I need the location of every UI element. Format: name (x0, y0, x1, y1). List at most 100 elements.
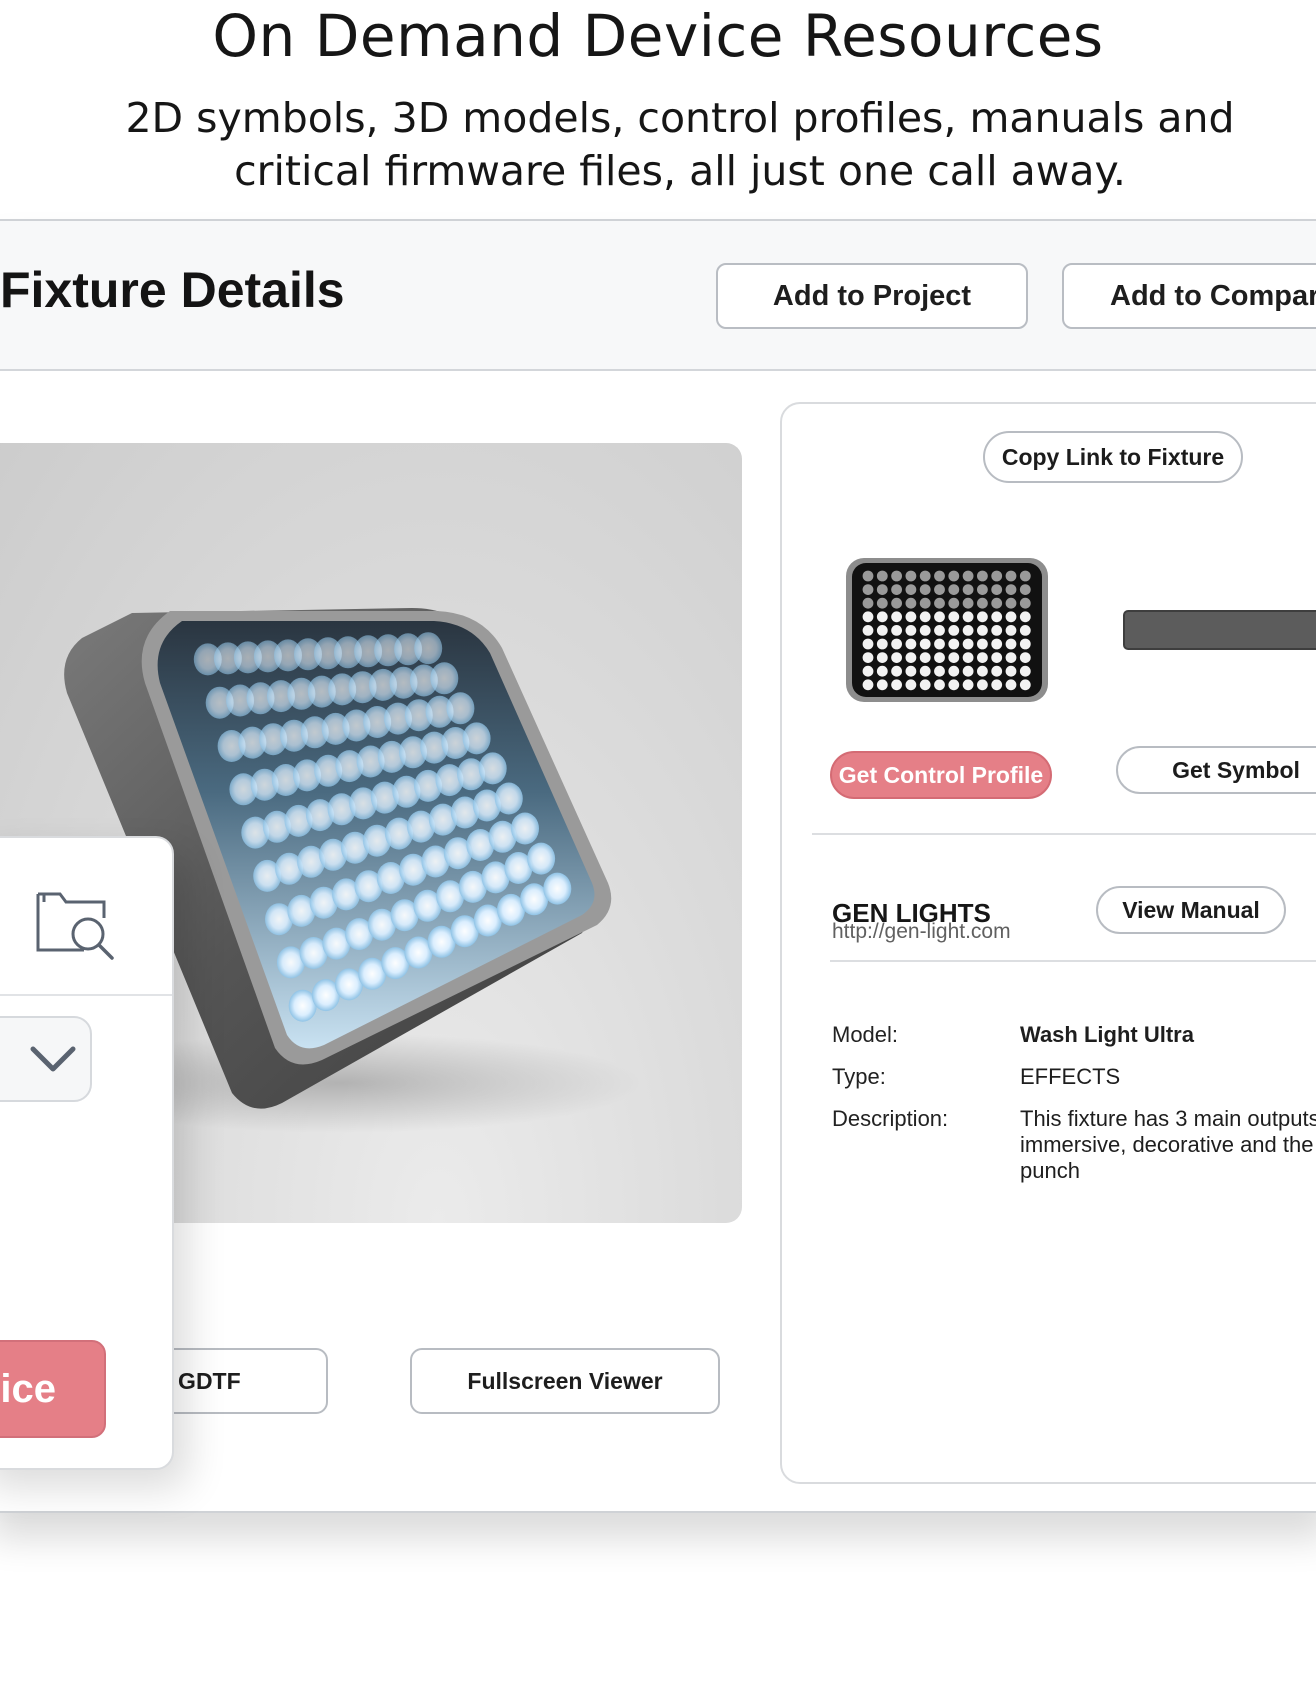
thumbnail-led-dot (1019, 638, 1031, 650)
thumbnail-led-dot (948, 679, 960, 691)
fullscreen-viewer-button[interactable]: Fullscreen Viewer (410, 1348, 720, 1414)
thumbnail-led-dot (1019, 611, 1031, 623)
thumbnail-led-dot (1019, 652, 1031, 663)
thumbnail-led-dot (977, 679, 988, 691)
thumbnail-led-dot (1005, 652, 1017, 663)
thumbnail-led-dot (977, 584, 988, 595)
thumbnail-led-dot (1019, 679, 1031, 691)
app-window: Fixture Details Add to Project Add to Co… (0, 219, 1316, 1513)
hero-subtitle-line2: critical firmware files, all just one ca… (234, 147, 1126, 195)
thumbnail-led-dot (862, 679, 874, 691)
get-control-profile-button[interactable]: Get Control Profile (830, 751, 1052, 799)
chevron-down-icon (30, 1046, 76, 1072)
section-divider (830, 960, 1316, 962)
thumbnail-led-dot (948, 625, 960, 636)
thumbnail-led-dot (876, 570, 888, 582)
brand-url[interactable]: http://gen-light.com (832, 920, 1011, 944)
view-manual-button[interactable]: View Manual (1096, 886, 1286, 934)
thumbnail-led-dot (876, 611, 888, 623)
add-to-project-button[interactable]: Add to Project (716, 263, 1028, 329)
led-dot (543, 872, 572, 905)
thumbnail-led-dot (934, 625, 945, 636)
thumbnail-led-dot (934, 679, 945, 691)
thumbnail-led-dot (962, 570, 974, 582)
section-divider (812, 833, 1316, 835)
led-dot (494, 782, 523, 815)
thumbnail-led-dot (1005, 570, 1017, 582)
thumbnail-led-dot (891, 611, 902, 623)
get-symbol-button[interactable]: Get Symbol (1116, 746, 1316, 794)
thumbnail-led-dot (862, 638, 874, 650)
thumbnail-led-dot (876, 584, 888, 595)
led-dot (462, 722, 491, 755)
thumbnail-led-dot (934, 652, 945, 663)
fixture-front-thumbnail[interactable] (844, 556, 1050, 704)
thumbnail-led-dot (991, 665, 1003, 677)
thumbnail-led-dot (891, 652, 902, 663)
add-device-button[interactable]: ice (0, 1340, 106, 1438)
add-device-popup: ice (0, 836, 174, 1470)
thumbnail-led-dot (991, 679, 1003, 691)
type-label: Type: (832, 1064, 886, 1089)
copy-link-button[interactable]: Copy Link to Fixture (983, 431, 1243, 483)
thumbnail-led-dot (905, 597, 917, 609)
description-label: Description: (832, 1106, 949, 1131)
thumbnail-led-dot (934, 597, 945, 609)
thumbnail-led-dot (991, 611, 1003, 623)
thumbnail-led-dot (977, 665, 988, 677)
hero-subtitle: 2D symbols, 3D models, control profiles,… (0, 92, 1316, 198)
thumbnail-led-dot (862, 611, 874, 623)
thumbnail-led-dot (862, 570, 874, 582)
folder-search-icon[interactable] (34, 884, 118, 960)
thumbnail-led-dot (905, 570, 917, 582)
thumbnail-led-dot (919, 679, 931, 691)
thumbnail-led-dot (905, 638, 917, 650)
thumbnail-led-dot (962, 584, 974, 595)
thumbnail-led-dot (991, 638, 1003, 650)
description-value: This fixture has 3 main outputs immersiv… (1020, 1106, 1316, 1183)
led-dot (414, 632, 443, 665)
page-title: Fixture Details (0, 262, 345, 318)
hero-subtitle-line1: 2D symbols, 3D models, control profiles,… (125, 94, 1235, 142)
thumbnail-led-dot (1005, 584, 1017, 595)
thumbnail-led-dot (977, 652, 988, 663)
thumbnail-led-dot (905, 625, 917, 636)
device-select[interactable] (0, 1016, 92, 1102)
hero-title: On Demand Device Resources (212, 2, 1104, 70)
thumbnail-led-dot (876, 665, 888, 677)
thumbnail-led-dot (919, 584, 931, 595)
type-value: EFFECTS (1020, 1064, 1121, 1089)
thumbnail-led-dot (962, 611, 974, 623)
thumbnail-led-dot (991, 652, 1003, 663)
thumbnail-led-dot (919, 638, 931, 650)
thumbnail-led-dot (891, 625, 902, 636)
thumbnail-led-dot (934, 570, 945, 582)
thumbnail-led-dot (876, 652, 888, 663)
thumbnail-led-dot (934, 584, 945, 595)
thumbnail-led-dot (876, 597, 888, 609)
led-dot (446, 692, 475, 725)
thumbnail-led-dot (919, 625, 931, 636)
thumbnail-led-dot (1019, 584, 1031, 595)
thumbnail-led-dot (1005, 665, 1017, 677)
thumbnail-led-dot (962, 625, 974, 636)
thumbnail-led-dot (1019, 665, 1031, 677)
fixture-side-thumbnail[interactable] (1122, 609, 1316, 651)
download-gdtf-button[interactable]: : GDTF (148, 1348, 328, 1414)
thumbnail-led-dot (891, 584, 902, 595)
led-dot (430, 662, 459, 695)
thumbnail-led-dot (862, 652, 874, 663)
thumbnail-led-dot (977, 570, 988, 582)
thumbnail-led-dot (876, 625, 888, 636)
add-to-compare-button[interactable]: Add to Compare (1062, 263, 1316, 329)
thumbnail-led-dot (905, 584, 917, 595)
thumbnail-led-dot (991, 570, 1003, 582)
thumbnail-led-dot (962, 665, 974, 677)
thumbnail-led-dot (948, 652, 960, 663)
popup-divider (0, 994, 172, 996)
thumbnail-led-dot (919, 597, 931, 609)
thumbnail-led-dot (919, 665, 931, 677)
thumbnail-led-dot (862, 665, 874, 677)
thumbnail-led-dot (1005, 597, 1017, 609)
thumbnail-led-dot (862, 584, 874, 595)
